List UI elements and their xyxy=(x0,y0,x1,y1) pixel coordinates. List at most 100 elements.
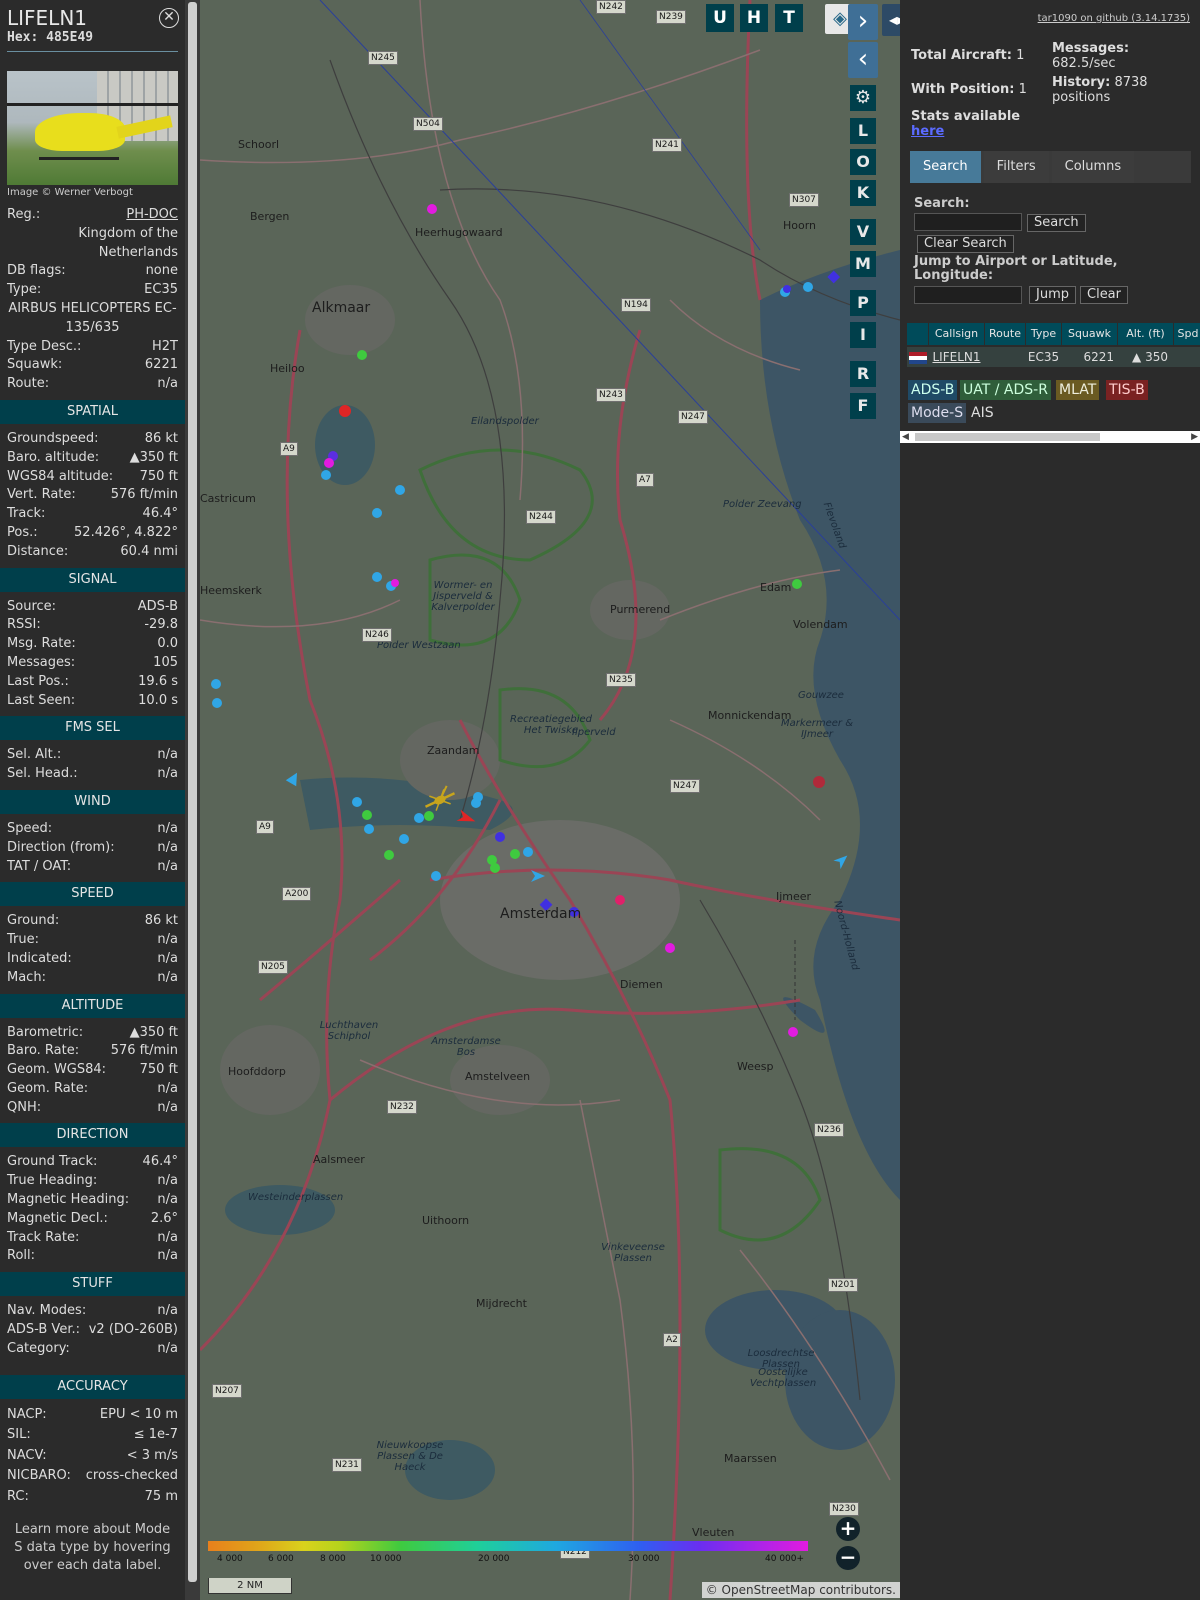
section-spatial: SPATIAL xyxy=(0,399,185,424)
detail-row: Msg. Rate: 0.0 xyxy=(0,635,185,654)
photo-credit: Image © Werner Verbogt xyxy=(7,187,133,198)
row-callsign[interactable]: LIFELN1 xyxy=(929,347,984,367)
detail-row: Sel. Alt.: n/a xyxy=(0,746,185,765)
detail-row: QNH: n/a xyxy=(0,1099,185,1118)
clear-button[interactable]: Clear xyxy=(1080,286,1128,304)
detail-label: Pos.: xyxy=(7,524,38,540)
detail-value: 2.6° xyxy=(150,1210,178,1226)
detail-label: Nav. Modes: xyxy=(7,1303,87,1319)
col-flag[interactable] xyxy=(907,323,928,345)
aircraft-table-header: Callsign Route Type Squawk Alt. (ft) Spd xyxy=(907,323,1200,345)
collapse-left-icon[interactable]: ‹ xyxy=(848,42,878,78)
col-squawk[interactable]: Squawk xyxy=(1062,323,1117,345)
source-badge-mode-s: Mode-S xyxy=(908,403,967,423)
table-horizontal-scrollbar[interactable]: ◀ ▶ xyxy=(900,431,1200,443)
netherlands-flag-icon xyxy=(907,347,928,367)
detail-value: n/a xyxy=(157,1173,178,1189)
detail-value: n/a xyxy=(157,858,178,874)
toggle-button-p[interactable]: P xyxy=(850,290,876,316)
section-signal: SIGNAL xyxy=(0,567,185,592)
detail-label: Track Rate: xyxy=(7,1229,80,1245)
toggle-button-r[interactable]: R xyxy=(850,361,876,387)
close-icon[interactable]: ✕ xyxy=(159,8,179,28)
tab-search[interactable]: Search xyxy=(910,151,981,183)
aircraft-photo[interactable] xyxy=(7,71,178,185)
search-input[interactable] xyxy=(914,213,1022,231)
info-label: Type: xyxy=(7,282,42,298)
zoom-out-icon[interactable]: − xyxy=(836,1546,860,1570)
toggle-button-f[interactable]: F xyxy=(850,393,876,419)
toggle-button-k[interactable]: K xyxy=(850,180,876,206)
info-value: none xyxy=(145,263,178,279)
info-value[interactable]: PH-DOC xyxy=(126,206,178,225)
map-road-label: N205 xyxy=(258,960,288,974)
map-road-label: N207 xyxy=(212,1384,242,1398)
detail-label: Baro. Rate: xyxy=(7,1043,80,1059)
detail-label: Mach: xyxy=(7,969,46,985)
info-label: Reg.: xyxy=(7,207,41,222)
col-callsign[interactable]: Callsign xyxy=(929,323,984,345)
map-town-label: Alkmaar xyxy=(312,300,371,316)
detail-label: QNH: xyxy=(7,1099,42,1115)
detail-row: Sel. Head.: n/a xyxy=(0,765,185,784)
detail-row: Speed: n/a xyxy=(0,820,185,839)
zoom-in-icon[interactable]: + xyxy=(836,1517,860,1541)
jump-button[interactable]: Jump xyxy=(1029,286,1076,304)
search-button[interactable]: Search xyxy=(1027,214,1086,232)
altitude-scale-label: 40 000+ xyxy=(765,1554,805,1564)
map-view[interactable]: Schoorl Bergen Heerhugowaard Alkmaar Heiloo C… xyxy=(200,0,900,1600)
map-town-label: Mijdrecht xyxy=(476,1297,527,1310)
col-altitude[interactable]: Alt. (ft) xyxy=(1118,323,1173,345)
map-area-label: Vinkeveense Plassen xyxy=(601,1242,665,1264)
map-road-label: N247 xyxy=(678,410,708,424)
detail-row: Source: ADS-B xyxy=(0,598,185,617)
resize-sidebar-icon[interactable]: ◂▸ xyxy=(882,4,900,36)
detail-label: Sel. Head.: xyxy=(7,766,78,782)
table-row[interactable]: LIFELN1 EC35 6221 ▲ 350 xyxy=(907,347,1200,367)
toggle-button-u[interactable]: U xyxy=(706,4,734,32)
toggle-button-l[interactable]: L xyxy=(850,118,876,144)
detail-label: True Heading: xyxy=(7,1173,98,1189)
distance-scale: 2 NM xyxy=(208,1578,292,1594)
toggle-button-v[interactable]: V xyxy=(850,219,876,245)
detail-value: 86 kt xyxy=(144,913,178,929)
col-type[interactable]: Type xyxy=(1026,323,1061,345)
altitude-scale-label: 20 000 xyxy=(478,1554,510,1564)
map-road-label: N232 xyxy=(387,1100,417,1114)
source-badge-uat-ads-r: UAT / ADS-R xyxy=(960,380,1051,400)
detail-row: Roll: n/a xyxy=(0,1247,185,1266)
stats-link[interactable]: here xyxy=(911,124,944,139)
col-route[interactable]: Route xyxy=(985,323,1025,345)
detail-value: 86 kt xyxy=(144,430,178,446)
jump-input[interactable] xyxy=(914,286,1022,304)
toggle-button-m[interactable]: M xyxy=(850,251,876,277)
section-altitude: ALTITUDE xyxy=(0,993,185,1018)
github-link[interactable]: tar1090 on github (3.14.1735) xyxy=(1038,13,1190,24)
tab-columns[interactable]: Columns xyxy=(1051,151,1135,183)
info-scrollbar[interactable] xyxy=(185,0,200,1600)
accuracy-row: RC: 75 m xyxy=(0,1487,185,1508)
map-road-label: N307 xyxy=(789,193,819,207)
toggle-button-h[interactable]: H xyxy=(740,4,768,32)
osm-link[interactable]: OpenStreetMap xyxy=(722,1583,816,1597)
toggle-button-o[interactable]: O xyxy=(850,149,876,175)
detail-value: n/a xyxy=(157,1080,178,1096)
detail-value: n/a xyxy=(157,1340,178,1356)
accuracy-label: NICBARO: xyxy=(7,1468,71,1484)
info-label: Type Desc.: xyxy=(7,338,82,354)
detail-value: n/a xyxy=(157,932,178,948)
accuracy-label: NACP: xyxy=(7,1406,47,1422)
col-speed[interactable]: Spd xyxy=(1174,323,1200,345)
map-town-label: Weesp xyxy=(737,1060,774,1073)
detail-label: Geom. WGS84: xyxy=(7,1062,107,1078)
expand-right-icon[interactable]: › xyxy=(848,4,878,40)
toggle-button-t[interactable]: T xyxy=(775,4,803,32)
tab-filters[interactable]: Filters xyxy=(983,151,1049,183)
toggle-button-i[interactable]: I xyxy=(850,322,876,348)
clear-search-button[interactable]: Clear Search xyxy=(917,235,1014,253)
map-town-label: Heerhugowaard xyxy=(415,226,503,239)
detail-value: n/a xyxy=(157,1303,178,1319)
gear-icon[interactable]: ⚙ xyxy=(850,85,876,111)
row-type: EC35 xyxy=(1027,350,1060,364)
info-label: DB flags: xyxy=(7,263,66,279)
